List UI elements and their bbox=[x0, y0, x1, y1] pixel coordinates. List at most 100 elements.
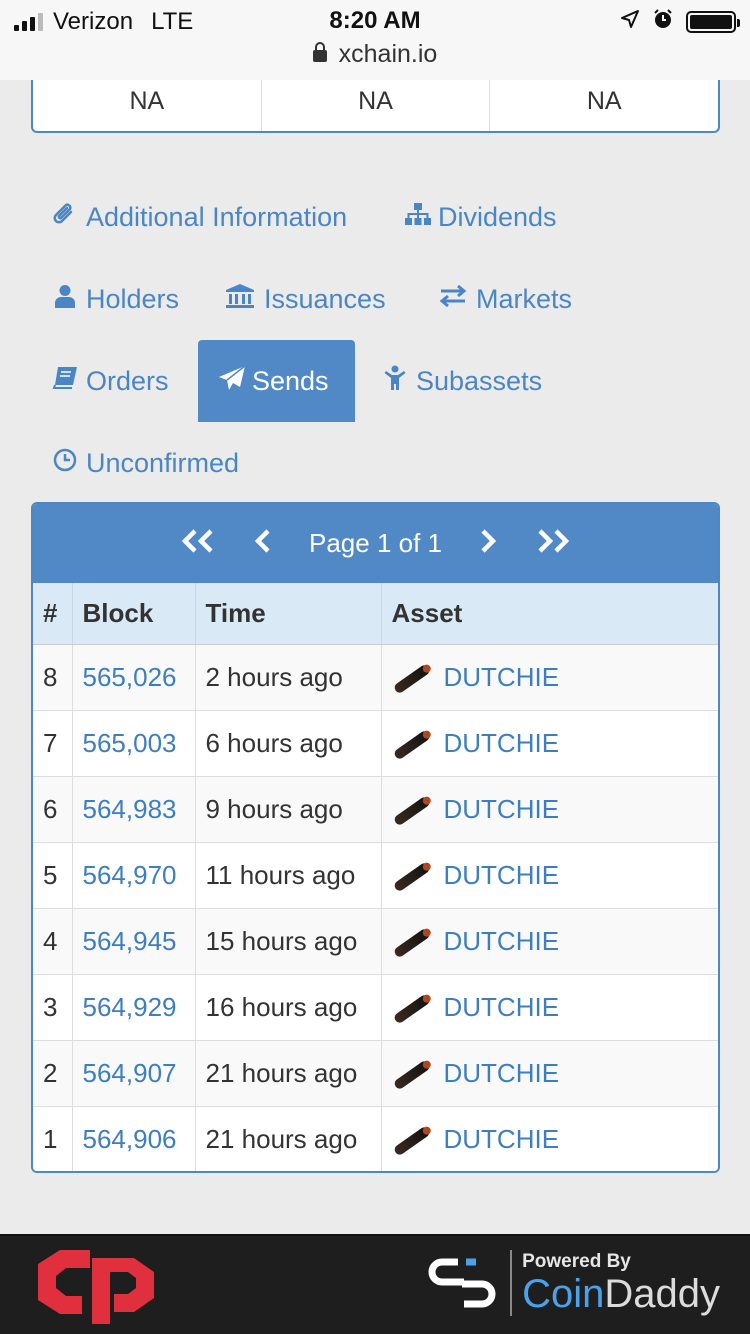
summary-cell: NA bbox=[586, 87, 622, 115]
tab-issuances[interactable]: Issuances bbox=[204, 258, 406, 340]
row-time: 11 hours ago bbox=[195, 842, 382, 909]
tab-holders[interactable]: Holders bbox=[32, 258, 199, 340]
block-link[interactable]: 564,983 bbox=[72, 776, 196, 843]
summary-values: NA NA NA bbox=[31, 80, 720, 133]
column-header-number[interactable]: # bbox=[33, 583, 73, 645]
page-indicator: Page 1 of 1 bbox=[309, 528, 442, 558]
asset-link[interactable]: DUTCHIE bbox=[444, 728, 560, 758]
table-header-row: # Block Time Asset bbox=[33, 583, 718, 645]
table-row: 4 564,945 15 hours ago DUTCHIE bbox=[33, 908, 718, 975]
sends-table: # Block Time Asset 8 565,026 2 hours ago… bbox=[33, 583, 718, 1171]
block-link[interactable]: 564,929 bbox=[72, 974, 196, 1041]
asset-icon bbox=[392, 1125, 431, 1157]
table-row: 6 564,983 9 hours ago DUTCHIE bbox=[33, 776, 718, 843]
tab-dividends[interactable]: Dividends bbox=[384, 176, 577, 258]
asset-link[interactable]: DUTCHIE bbox=[444, 992, 560, 1022]
tab-unconfirmed[interactable]: Unconfirmed bbox=[32, 422, 259, 504]
asset-icon bbox=[392, 663, 431, 695]
table-row: 8 565,026 2 hours ago DUTCHIE bbox=[33, 644, 718, 711]
tab-additional-information[interactable]: Additional Information bbox=[32, 176, 367, 258]
asset-cell: DUTCHIE bbox=[381, 1040, 718, 1107]
row-time: 6 hours ago bbox=[195, 710, 382, 777]
row-number: 6 bbox=[33, 776, 73, 843]
asset-link[interactable]: DUTCHIE bbox=[444, 860, 560, 890]
powered-by-text: Powered By bbox=[522, 1251, 631, 1272]
brand-coin: Coin bbox=[522, 1272, 605, 1316]
paper-plane-icon bbox=[218, 364, 246, 398]
first-page-button[interactable] bbox=[179, 524, 217, 563]
tab-label: Orders bbox=[86, 365, 169, 396]
row-number: 1 bbox=[33, 1106, 73, 1171]
tab-sends[interactable]: Sends bbox=[198, 340, 355, 422]
block-link[interactable]: 565,003 bbox=[72, 710, 196, 777]
child-icon bbox=[382, 365, 408, 398]
tab-label: Dividends bbox=[438, 201, 557, 232]
table-row: 3 564,929 16 hours ago DUTCHIE bbox=[33, 974, 718, 1041]
battery-icon bbox=[686, 11, 740, 33]
asset-link[interactable]: DUTCHIE bbox=[444, 926, 560, 956]
asset-icon bbox=[392, 729, 431, 761]
table-row: 2 564,907 21 hours ago DUTCHIE bbox=[33, 1040, 718, 1107]
table-row: 1 564,906 21 hours ago DUTCHIE bbox=[33, 1106, 718, 1171]
row-time: 15 hours ago bbox=[195, 908, 382, 975]
row-number: 7 bbox=[33, 710, 73, 777]
summary-cell: NA bbox=[262, 80, 491, 131]
coindaddy-wordmark: Powered By CoinDaddy bbox=[522, 1251, 720, 1315]
footer: Powered By CoinDaddy bbox=[0, 1234, 750, 1334]
alarm-icon bbox=[652, 8, 674, 36]
logo-divider bbox=[510, 1250, 513, 1316]
asset-icon bbox=[392, 1059, 431, 1091]
tab-label: Subassets bbox=[416, 365, 543, 396]
asset-link[interactable]: DUTCHIE bbox=[444, 1058, 560, 1088]
tab-label: Holders bbox=[86, 283, 180, 314]
table-row: 5 564,970 11 hours ago DUTCHIE bbox=[33, 842, 718, 909]
block-link[interactable]: 564,907 bbox=[72, 1040, 196, 1107]
asset-icon bbox=[392, 795, 431, 827]
last-page-button[interactable] bbox=[534, 524, 572, 563]
block-link[interactable]: 565,026 bbox=[72, 644, 196, 711]
prev-page-button[interactable] bbox=[253, 524, 273, 563]
brand-daddy: Daddy bbox=[604, 1272, 720, 1316]
sends-panel: Page 1 of 1 # Block Time Asset 8 565,026… bbox=[31, 502, 720, 1173]
asset-link[interactable]: DUTCHIE bbox=[444, 1124, 560, 1154]
sitemap-icon bbox=[404, 202, 431, 233]
asset-icon bbox=[392, 927, 431, 959]
tab-markets[interactable]: Markets bbox=[418, 258, 592, 340]
counterparty-logo[interactable] bbox=[30, 1246, 160, 1326]
asset-icon bbox=[392, 993, 431, 1025]
tab-label: Issuances bbox=[264, 283, 386, 314]
address-bar[interactable]: xchain.io bbox=[0, 40, 750, 69]
tab-subassets[interactable]: Subassets bbox=[362, 340, 562, 422]
tab-orders[interactable]: Orders bbox=[32, 340, 189, 422]
asset-cell: DUTCHIE bbox=[381, 1106, 718, 1171]
row-time: 2 hours ago bbox=[195, 644, 382, 711]
tab-label: Unconfirmed bbox=[86, 447, 240, 478]
row-time: 21 hours ago bbox=[195, 1040, 382, 1107]
block-link[interactable]: 564,945 bbox=[72, 908, 196, 975]
asset-cell: DUTCHIE bbox=[381, 710, 718, 777]
asset-cell: DUTCHIE bbox=[381, 908, 718, 975]
next-page-button[interactable] bbox=[478, 524, 498, 563]
location-icon bbox=[620, 9, 640, 35]
table-row: 7 565,003 6 hours ago DUTCHIE bbox=[33, 710, 718, 777]
row-number: 3 bbox=[33, 974, 73, 1041]
asset-cell: DUTCHIE bbox=[381, 776, 718, 843]
column-header-asset[interactable]: Asset bbox=[381, 583, 718, 645]
row-number: 2 bbox=[33, 1040, 73, 1107]
column-header-block[interactable]: Block bbox=[72, 583, 196, 645]
asset-link[interactable]: DUTCHIE bbox=[444, 662, 560, 692]
status-icons bbox=[620, 8, 740, 36]
asset-link[interactable]: DUTCHIE bbox=[444, 794, 560, 824]
coindaddy-logo[interactable]: Powered By CoinDaddy bbox=[428, 1248, 720, 1318]
column-header-time[interactable]: Time bbox=[195, 583, 382, 645]
row-time: 9 hours ago bbox=[195, 776, 382, 843]
pagination: Page 1 of 1 bbox=[33, 504, 718, 583]
tab-label: Markets bbox=[476, 283, 573, 314]
status-bar: Verizon LTE 8:20 AM xchain.io bbox=[0, 0, 750, 80]
lock-icon bbox=[312, 42, 327, 62]
user-icon bbox=[52, 284, 78, 315]
block-link[interactable]: 564,906 bbox=[72, 1106, 196, 1171]
coindaddy-mark-icon bbox=[428, 1258, 496, 1308]
block-link[interactable]: 564,970 bbox=[72, 842, 196, 909]
paperclip-icon bbox=[52, 201, 78, 234]
